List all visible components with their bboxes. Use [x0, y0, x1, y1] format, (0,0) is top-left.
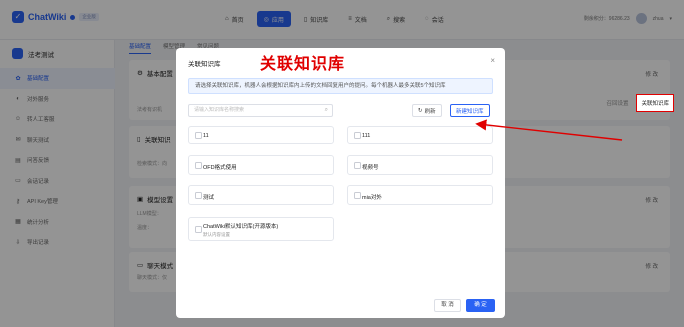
checkbox[interactable] [195, 132, 202, 139]
cancel-button[interactable]: 取 消 [434, 299, 461, 312]
checkbox[interactable] [354, 162, 361, 169]
search-icon: ⌕ [324, 107, 328, 113]
kb-name: ChatWiki默认知识库(开源版本) [203, 224, 279, 230]
checkbox[interactable] [354, 132, 361, 139]
close-icon[interactable]: × [490, 56, 495, 65]
search-placeholder: 请输入知识库名称搜索 [194, 107, 245, 113]
kb-item[interactable]: 111 [347, 126, 493, 144]
kb-name: 视频号 [362, 165, 379, 171]
link-kb-modal: 关联知识库 × 请选择关联知识库，机器人会根据知识库内上传的文档回复用户的提问。… [176, 48, 505, 318]
modal-title: 关联知识库 [188, 61, 221, 68]
confirm-button[interactable]: 确 定 [466, 299, 495, 312]
refresh-icon: ↻ [418, 107, 423, 114]
kb-item[interactable]: OFD格式使用 [188, 155, 334, 175]
kb-item[interactable]: mia对外 [347, 185, 493, 205]
kb-name: 111 [362, 133, 371, 139]
checkbox[interactable] [195, 162, 202, 169]
kb-item[interactable]: 11 [188, 126, 334, 144]
kb-name: 11 [203, 133, 209, 139]
kb-subtitle: 默认内容设置 [203, 232, 230, 237]
link-knowledge-base-button[interactable]: 关联知识库 [636, 94, 674, 112]
new-kb-button[interactable]: 新建知识库 [450, 104, 490, 117]
checkbox[interactable] [354, 192, 361, 199]
kb-item[interactable]: 测试 [188, 185, 334, 205]
kb-name: mia对外 [362, 195, 382, 201]
checkbox[interactable] [195, 192, 202, 199]
kb-card-actions: 召回设置 关联知识库 [602, 94, 674, 112]
notice-banner: 请选择关联知识库，机器人会根据知识库内上传的文档回复用户的提问。每个机器人最多关… [188, 78, 493, 94]
kb-name: 测试 [203, 195, 215, 201]
kb-item[interactable]: ChatWiki默认知识库(开源版本) 默认内容设置 [188, 217, 334, 241]
annotation-label: 关联知识库 [260, 54, 346, 73]
recall-settings-button[interactable]: 召回设置 [602, 97, 632, 109]
refresh-label: 刷新 [424, 108, 436, 115]
checkbox[interactable] [195, 226, 202, 233]
kb-name: OFD格式使用 [203, 165, 237, 171]
refresh-button[interactable]: ↻ 刷新 [412, 104, 442, 117]
kb-search-input[interactable]: 请输入知识库名称搜索 ⌕ [188, 104, 333, 117]
kb-item[interactable]: 视频号 [347, 155, 493, 175]
